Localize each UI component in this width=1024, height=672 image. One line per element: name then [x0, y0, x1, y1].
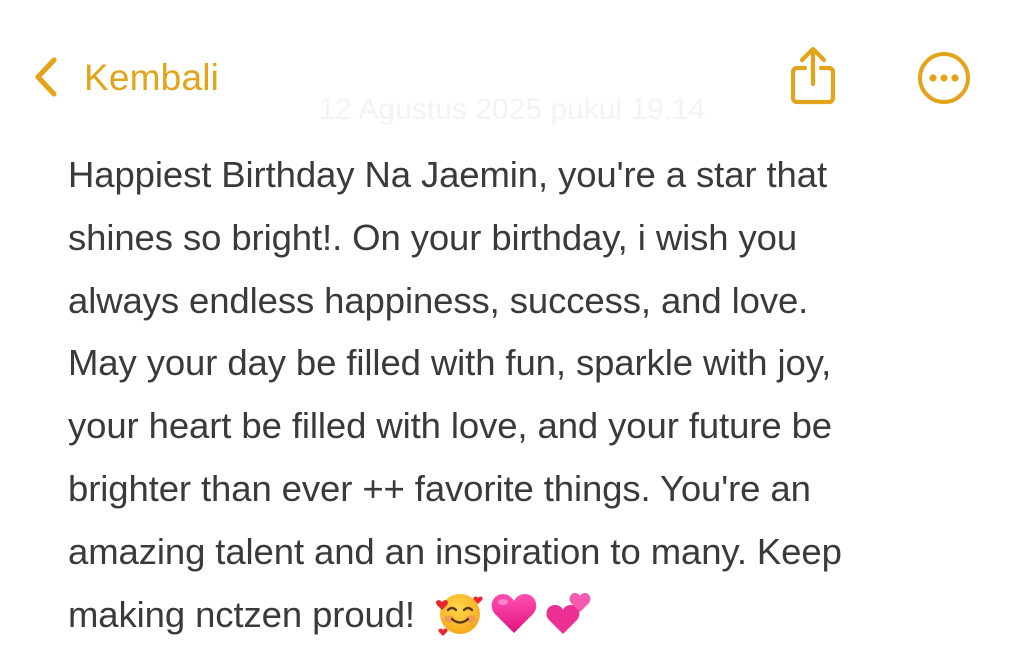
note-line: your heart be filled with love, and your… — [68, 405, 832, 447]
pink-heart-icon — [489, 588, 539, 638]
note-line-text: making nctzen proud! — [68, 593, 415, 635]
note-timestamp: 12 Agustus 2025 pukul 19.14 — [318, 93, 706, 126]
back-label: Kembali — [84, 56, 220, 98]
chevron-left-icon — [30, 54, 62, 100]
note-line-last: making nctzen proud! — [68, 584, 998, 647]
note-line: brighter than ever ++ favorite things. Y… — [68, 467, 811, 509]
emoji-group — [435, 588, 593, 638]
share-button[interactable] — [785, 44, 841, 106]
note-body[interactable]: Happiest Birthday Na Jaemin, you're a st… — [68, 144, 998, 646]
note-line: amazing talent and an inspiration to man… — [68, 530, 842, 572]
ellipsis-circle-icon — [916, 52, 972, 110]
note-line: May your day be filled with fun, sparkle… — [68, 342, 832, 384]
back-button[interactable]: Kembali — [30, 52, 219, 102]
note-line: shines so bright!. On your birthday, i w… — [68, 216, 798, 258]
share-icon — [785, 46, 841, 110]
two-hearts-icon — [543, 588, 593, 638]
note-line: Happiest Birthday Na Jaemin, you're a st… — [68, 154, 828, 195]
note-line: always endless happiness, success, and l… — [68, 279, 809, 321]
more-options-button[interactable] — [916, 50, 972, 106]
navigation-bar: Kembali 12 Agustus 2025 pukul 19.14 — [0, 0, 1024, 150]
notes-screen: Kembali 12 Agustus 2025 pukul 19.14 Happ… — [0, 0, 1024, 672]
smiling-face-with-hearts-icon — [435, 588, 485, 638]
